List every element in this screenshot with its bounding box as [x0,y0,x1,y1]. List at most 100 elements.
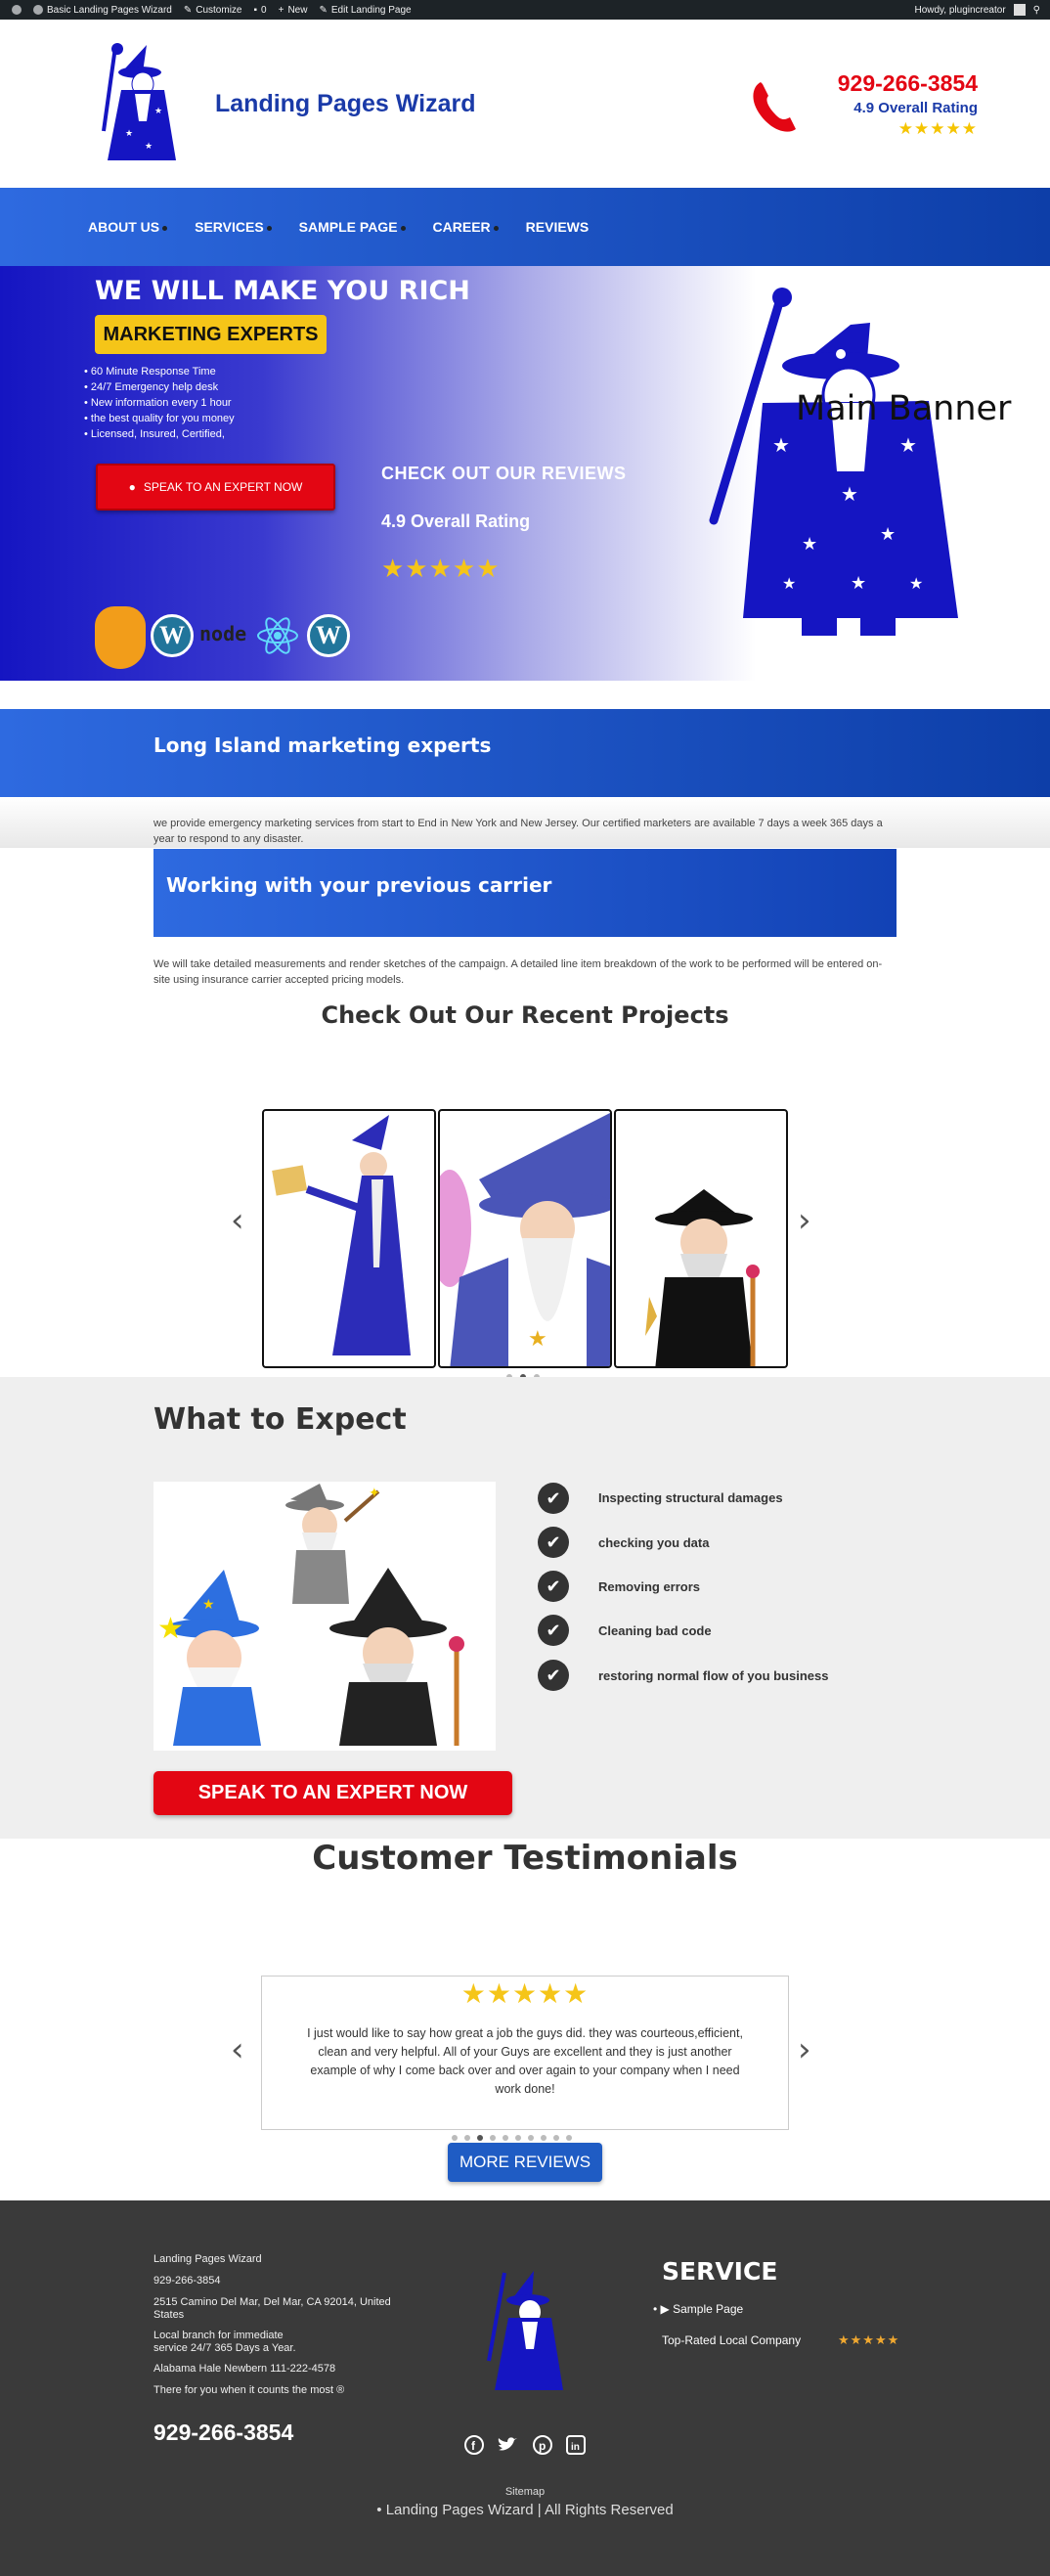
linkedin-icon[interactable]: in [565,2434,587,2456]
nav-career-label: CAREER [432,219,491,235]
dropdown-indicator-icon [400,225,406,231]
header-rating: 4.9 Overall Rating [853,100,978,116]
pinterest-icon[interactable]: p [532,2434,553,2456]
footer-sample-label: Sample Page [673,2302,744,2316]
carousel-dot[interactable] [452,2135,458,2141]
carousel-dot-active[interactable] [477,2135,483,2141]
footer-branch: Local branch for immediate service 24/7 … [153,2330,296,2354]
main-nav: ABOUT US SERVICES SAMPLE PAGE CAREER REV… [0,188,1050,266]
hero-feature-list: 60 Minute Response Time 24/7 Emergency h… [84,364,235,442]
hero-feature: 60 Minute Response Time [84,364,235,379]
carousel-dot[interactable] [464,2135,470,2141]
black-wizard-image [645,1189,760,1366]
expect-title: What to Expect [153,1402,407,1437]
nav-sample-page-label: SAMPLE PAGE [298,219,398,235]
carousel-dot[interactable] [541,2135,547,2141]
carousel-dot[interactable] [503,2135,508,2141]
svg-text:★: ★ [880,524,896,544]
chevron-left-icon[interactable]: ‹ [231,1201,244,1240]
dropdown-indicator-icon [493,225,499,231]
project-card[interactable] [614,1109,788,1368]
svg-text:★: ★ [145,141,153,151]
chevron-right-icon[interactable]: › [798,2030,811,2069]
header-phone[interactable]: 929-266-3854 [838,70,978,97]
wizard-footer-logo [487,2271,563,2390]
nav-about-us[interactable]: ABOUT US [88,219,168,235]
footer-sample-link[interactable]: • ▶ Sample Page [653,2302,743,2316]
expect-item: restoring normal flow of you business [598,1668,829,1683]
nav-career[interactable]: CAREER [433,219,499,235]
hero-speak-button[interactable]: ● SPEAK TO AN EXPERT NOW [96,464,335,511]
admin-site-name: Basic Landing Pages Wizard [47,4,172,16]
nav-services[interactable]: SERVICES [195,219,272,235]
testimonial-stars: ★★★★★ [460,1978,590,2009]
header-stars: ★★★★★ [897,119,978,138]
hero-stars: ★★★★★ [381,554,501,583]
facebook-icon[interactable]: f [463,2434,485,2456]
footer-sitemap[interactable]: Sitemap [0,2486,1050,2498]
hero-reviews-heading[interactable]: CHECK OUT OUR REVIEWS [381,464,627,484]
testimonial-carousel-dots[interactable] [452,2135,572,2141]
nav-services-label: SERVICES [195,219,264,235]
admin-site-link[interactable]: Basic Landing Pages Wizard [33,5,172,16]
phone-icon[interactable] [747,78,804,135]
intro-paragraph: we provide emergency marketing services … [153,818,883,845]
admin-comments-link[interactable]: ▪ 0 [254,5,267,16]
carousel-dot[interactable] [528,2135,534,2141]
carousel-dot[interactable] [490,2135,496,2141]
project-card[interactable]: ★ [438,1109,612,1368]
svg-text:★: ★ [125,128,133,138]
footer-address: 2515 Camino Del Mar, Del Mar, CA 92014, … [153,2296,391,2321]
wizard-scroll-image [272,1115,411,1355]
node-icon: node [199,622,247,645]
more-reviews-button[interactable]: MORE REVIEWS [448,2143,602,2182]
hero-feature: New information every 1 hour [84,395,235,411]
carrier-title: Working with your previous carrier [166,873,552,897]
footer-phone-small[interactable]: 929-266-3854 [153,2275,398,2287]
svg-text:★: ★ [782,576,796,593]
projects-title: Check Out Our Recent Projects [321,1001,729,1029]
admin-customize-link[interactable]: ✎ Customize [184,5,242,16]
wizard-logo[interactable]: ★ ★ ★ [86,43,184,164]
expect-speak-button[interactable]: SPEAK TO AN EXPERT NOW [153,1771,512,1815]
admin-greeting[interactable]: Howdy, plugincreator [914,5,1005,16]
svg-text:★: ★ [851,573,866,593]
admin-new-label: New [287,4,308,16]
nav-about-us-label: ABOUT US [88,219,160,235]
wizard-beard-image: ★ [440,1113,610,1366]
site-title[interactable]: Landing Pages Wizard [215,90,475,118]
chevron-left-icon[interactable]: ‹ [231,2030,244,2069]
project-card[interactable] [262,1109,436,1368]
svg-text:★: ★ [772,435,790,457]
footer-alabama: Alabama Hale Newbern 111-222-4578 [153,2363,336,2375]
svg-text:★: ★ [899,435,917,457]
nav-reviews-label: REVIEWS [525,219,590,235]
check-circle-icon: ✔ [538,1660,569,1691]
footer-phone[interactable]: 929-266-3854 [153,2420,293,2446]
nav-reviews[interactable]: REVIEWS [526,219,590,235]
admin-edit-link[interactable]: ✎ Edit Landing Page [319,5,411,16]
wizard-banner-image: ★ ★ ★ ★ ★ ★ ★ ★ [709,288,958,636]
check-circle-icon: ✔ [538,1483,569,1514]
nav-sample-page[interactable]: SAMPLE PAGE [299,219,406,235]
expect-item: checking you data [598,1535,710,1550]
avatar[interactable] [1013,4,1026,16]
svg-text:in: in [571,2442,580,2453]
admin-customize-label: Customize [196,4,242,16]
hero-title: WE WILL MAKE YOU RICH [95,276,470,306]
carousel-dot[interactable] [566,2135,572,2141]
chevron-right-icon[interactable]: › [798,1201,811,1240]
main-banner-label: Main Banner [796,389,1012,428]
svg-text:f: f [471,2439,476,2453]
expect-item: Cleaning bad code [598,1623,712,1638]
twitter-icon[interactable] [497,2434,518,2456]
carousel-dot[interactable] [553,2135,559,2141]
search-icon[interactable]: ⚲ [1033,5,1040,16]
admin-new-link[interactable]: + New [279,5,308,16]
svg-text:✦: ✦ [369,1485,380,1500]
hero-feature: Licensed, Insured, Certified, [84,426,235,442]
wordpress-icon: W [151,614,194,657]
carousel-dot[interactable] [515,2135,521,2141]
wordpress-menu[interactable] [12,5,22,15]
admin-bar: Basic Landing Pages Wizard ✎ Customize ▪ 0… [0,0,1050,20]
